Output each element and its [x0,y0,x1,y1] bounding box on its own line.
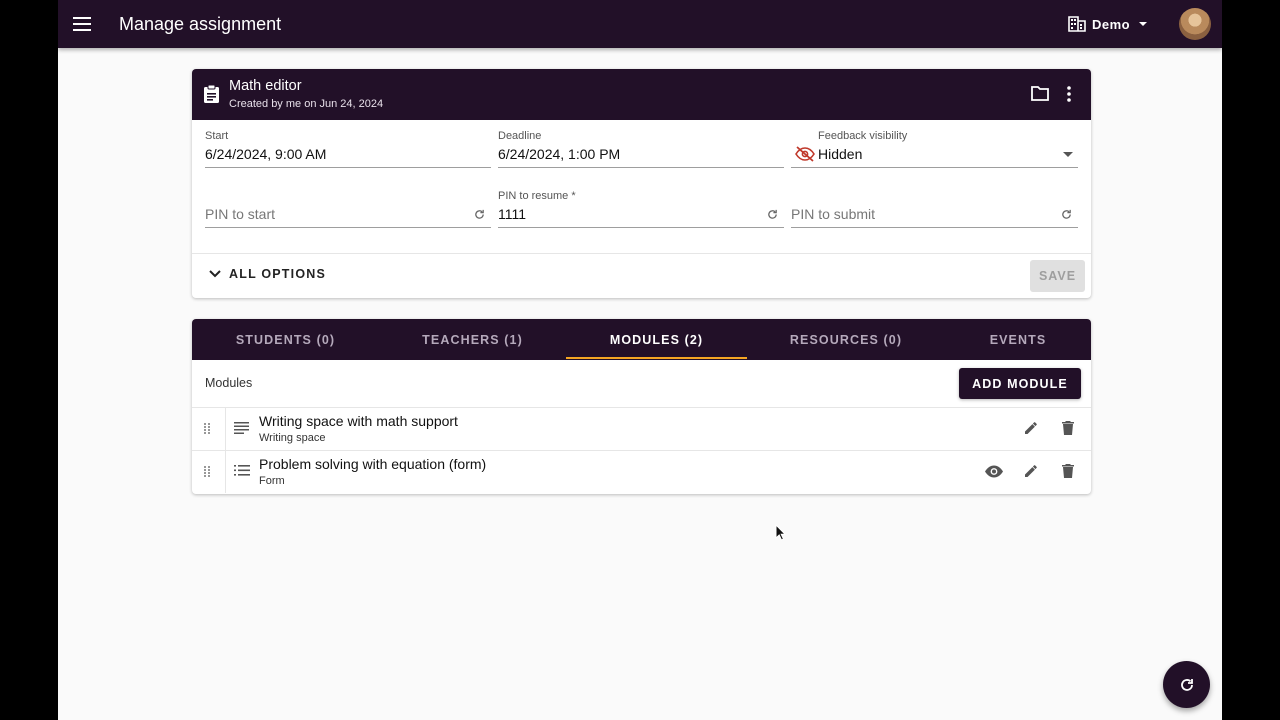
tab-teachers[interactable]: TEACHERS (1) [379,319,566,360]
assignment-card: Math editor Created by me on Jun 24, 202… [192,69,1091,298]
all-options-toggle[interactable]: ALL OPTIONS [209,267,326,281]
deadline-field[interactable]: Deadline 6/24/2024, 1:00 PM [498,120,784,168]
feedback-value: Hidden [818,146,863,162]
deadline-value: 6/24/2024, 1:00 PM [498,146,621,162]
chevron-down-icon [209,270,221,278]
delete-icon[interactable] [1061,420,1075,436]
all-options-label: ALL OPTIONS [229,267,327,281]
tab-bar: STUDENTS (0) TEACHERS (1) MODULES (2) RE… [192,319,1091,360]
start-field[interactable]: Start 6/24/2024, 9:00 AM [205,120,491,168]
add-module-button[interactable]: ADD MODULE [959,368,1081,399]
pin-submit-placeholder: PIN to submit [791,206,876,222]
deadline-label: Deadline [498,130,542,142]
menu-icon [73,17,91,31]
menu-button[interactable] [68,8,96,40]
arrow-drop-down-icon [1139,22,1148,26]
refresh-icon[interactable] [767,209,778,220]
active-tab-indicator [566,357,747,359]
tab-students[interactable]: STUDENTS (0) [192,319,379,360]
edit-icon[interactable] [1023,420,1039,436]
refresh-fab[interactable] [1163,661,1210,708]
feedback-label: Feedback visibility [818,130,908,142]
drag-handle-icon[interactable] [203,422,212,435]
assignment-icon [204,84,219,103]
tab-events[interactable]: EVENTS [945,319,1091,360]
page-title: Manage assignment [119,14,282,34]
pin-start-placeholder: PIN to start [205,206,276,222]
arrow-drop-down-icon [1063,152,1073,157]
module-row[interactable]: Writing space with math support Writing … [192,407,1091,450]
edit-icon[interactable] [1023,463,1039,479]
save-button[interactable]: SAVE [1030,260,1085,292]
pin-resume-label: PIN to resume * [498,190,576,202]
building-icon [1068,16,1086,32]
refresh-icon[interactable] [1061,209,1072,220]
assignment-subtitle: Created by me on Jun 24, 2024 [229,98,384,110]
folder-icon[interactable] [1031,85,1049,101]
tabs-card: STUDENTS (0) TEACHERS (1) MODULES (2) RE… [192,319,1091,494]
drag-handle-icon[interactable] [203,465,212,478]
notes-icon [234,422,249,434]
row-separator [225,451,226,493]
module-name: Writing space with math support [259,413,458,429]
module-name: Problem solving with equation (form) [259,456,487,472]
module-row[interactable]: Problem solving with equation (form) For… [192,450,1091,493]
pin-start-input[interactable]: PIN to start [205,180,491,228]
visibility-icon[interactable] [984,465,1004,478]
tab-resources[interactable]: RESOURCES (0) [747,319,945,360]
list-icon [234,465,250,476]
more-vert-icon[interactable] [1066,85,1072,103]
tab-modules[interactable]: MODULES (2) [566,319,747,360]
refresh-icon [1180,678,1193,691]
module-type: Writing space [259,432,326,444]
row-separator [225,408,226,450]
module-type: Form [259,475,285,487]
pin-resume-input[interactable]: PIN to resume * 1111 [498,180,784,228]
assignment-header: Math editor Created by me on Jun 24, 202… [192,69,1091,120]
app-window: Manage assignment Demo Math editor Creat… [58,0,1222,720]
divider [192,253,1091,254]
mouse-cursor-icon [775,524,787,541]
delete-icon[interactable] [1061,463,1075,479]
modules-heading: Modules [205,376,253,390]
top-app-bar: Manage assignment Demo [58,0,1222,48]
refresh-icon[interactable] [474,209,485,220]
start-label: Start [205,130,229,142]
pin-submit-input[interactable]: PIN to submit [791,180,1078,228]
avatar[interactable] [1179,8,1211,40]
org-selector[interactable]: Demo [1068,12,1150,36]
feedback-visibility-select[interactable]: Feedback visibility Hidden [791,120,1078,168]
org-name: Demo [1092,16,1131,32]
pin-resume-value: 1111 [498,206,527,222]
start-value: 6/24/2024, 9:00 AM [205,146,327,162]
assignment-title: Math editor [229,78,302,94]
visibility-off-icon [795,146,815,162]
